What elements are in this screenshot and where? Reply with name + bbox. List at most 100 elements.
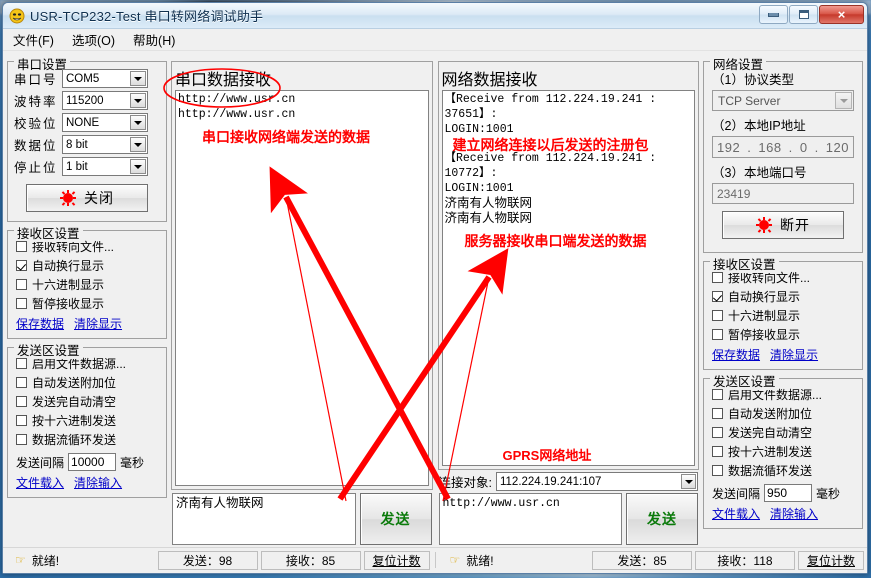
network-data-legend: 网络数据接收 bbox=[441, 72, 538, 89]
serial-send-links: 文件载入 清除输入 bbox=[16, 474, 166, 491]
serial-recv-checkbox-2[interactable]: 十六进制显示 bbox=[16, 276, 166, 293]
serial-recv-legend: 接收区设置 bbox=[14, 223, 83, 242]
maximize-button[interactable] bbox=[789, 5, 818, 24]
serial-recv-checkbox-3-label: 暂停接收显示 bbox=[32, 297, 105, 311]
checkbox-icon bbox=[16, 279, 27, 290]
checkbox-icon bbox=[16, 415, 27, 426]
serial-data-panel: 串口数据接收 http://www.usr.cn http://www.usr.… bbox=[171, 53, 433, 547]
serial-interval-input[interactable]: 10000 bbox=[68, 453, 117, 471]
databits-select[interactable]: 8 bit bbox=[62, 135, 148, 154]
parity-select[interactable]: NONE bbox=[62, 113, 148, 132]
network-send-checkbox-3[interactable]: 按十六进制发送 bbox=[712, 443, 862, 460]
baudrate-row: 波特率 115200 bbox=[14, 91, 166, 110]
serial-send-checkbox-2[interactable]: 发送完自动清空 bbox=[16, 393, 166, 410]
serial-clear-display-link[interactable]: 清除显示 bbox=[74, 315, 122, 332]
pointing-hand-icon: ☞ bbox=[15, 553, 26, 567]
checkbox-icon bbox=[16, 298, 27, 309]
network-recv-line-3: 【Receive from 112.224.19.241 : 10772】: bbox=[444, 152, 657, 180]
serial-save-data-link[interactable]: 保存数据 bbox=[16, 315, 64, 332]
network-clear-display-link[interactable]: 清除显示 bbox=[770, 346, 818, 363]
checkbox-icon bbox=[712, 408, 723, 419]
network-recv-line-6: 济南有人物联网 bbox=[444, 211, 533, 225]
local-ip-label: （2）本地IP地址 bbox=[712, 119, 806, 133]
serial-interval-row: 发送间隔 10000 毫秒 bbox=[16, 453, 166, 471]
parity-label: 校验位 bbox=[14, 117, 58, 131]
serial-close-button[interactable]: 关闭 bbox=[26, 184, 148, 212]
network-recv-links: 保存数据 清除显示 bbox=[712, 346, 862, 363]
serial-recv-checkbox-1-label: 自动换行显示 bbox=[32, 259, 105, 273]
serial-settings-group: 串口设置 串口号 COM5 波特率 115200 校验位 NONE 数据位 8 … bbox=[7, 54, 167, 222]
chevron-down-icon bbox=[130, 93, 146, 108]
menu-item-file[interactable]: 文件(F) bbox=[13, 30, 54, 49]
checkbox-icon bbox=[712, 329, 723, 340]
serial-recv-textarea[interactable]: http://www.usr.cn http://www.usr.cn 串口接收… bbox=[175, 90, 429, 486]
local-ip-input[interactable]: 192 . 168 . 0 . 120 bbox=[712, 136, 854, 158]
close-button[interactable]: × bbox=[819, 5, 864, 24]
minimize-icon bbox=[768, 12, 779, 17]
network-interval-unit: 毫秒 bbox=[816, 486, 841, 501]
serial-send-checkbox-1[interactable]: 自动发送附加位 bbox=[16, 374, 166, 391]
network-send-checkbox-1-label: 自动发送附加位 bbox=[728, 407, 813, 421]
serial-send-checkbox-3[interactable]: 按十六进制发送 bbox=[16, 412, 166, 429]
checkbox-icon bbox=[16, 396, 27, 407]
menu-item-options[interactable]: 选项(O) bbox=[72, 30, 115, 49]
status-right-reset-button[interactable]: 复位计数 bbox=[798, 550, 864, 570]
network-send-input[interactable]: http://www.usr.cn bbox=[438, 493, 622, 545]
baudrate-select[interactable]: 115200 bbox=[62, 91, 148, 110]
status-left-ready-text: 就绪! bbox=[31, 553, 60, 568]
stopbits-label: 停止位 bbox=[14, 161, 58, 175]
serial-recv-checkbox-1[interactable]: 自动换行显示 bbox=[16, 257, 166, 274]
network-recv-legend: 接收区设置 bbox=[710, 254, 779, 273]
connection-target-select[interactable]: 112.224.19.241:107 bbox=[495, 472, 698, 491]
local-port-input[interactable]: 23419 bbox=[712, 183, 854, 204]
serial-recv-checkbox-3[interactable]: 暂停接收显示 bbox=[16, 295, 166, 312]
network-recv-checkbox-3[interactable]: 暂停接收显示 bbox=[712, 326, 862, 343]
application-window: USR-TCP232-Test 串口转网络调试助手 × 文件(F) 选项(O) … bbox=[2, 2, 868, 574]
gprs-address-label: GPRS网络地址 bbox=[502, 448, 592, 463]
status-left-reset-button[interactable]: 复位计数 bbox=[363, 550, 430, 570]
serial-file-load-link[interactable]: 文件载入 bbox=[16, 474, 64, 491]
serial-recv-line-0: http://www.usr.cn bbox=[178, 93, 296, 106]
network-send-checkbox-2[interactable]: 发送完自动清空 bbox=[712, 424, 862, 441]
network-annotation-server: 服务器接收串口端发送的数据 bbox=[464, 233, 647, 249]
network-file-load-link[interactable]: 文件载入 bbox=[712, 505, 760, 522]
network-send-checkbox-1[interactable]: 自动发送附加位 bbox=[712, 405, 862, 422]
status-right-ready-text: 就绪! bbox=[466, 553, 494, 568]
checkbox-checked-icon bbox=[16, 260, 27, 271]
network-interval-label: 发送间隔 bbox=[712, 486, 761, 501]
network-send-legend: 发送区设置 bbox=[710, 371, 779, 390]
app-face-icon bbox=[9, 8, 25, 24]
serial-recv-group: 串口数据接收 http://www.usr.cn http://www.usr.… bbox=[171, 61, 433, 490]
chevron-down-icon bbox=[835, 92, 852, 109]
serial-recv-links: 保存数据 清除显示 bbox=[16, 315, 166, 332]
parity-value: NONE bbox=[66, 116, 100, 129]
menu-item-help[interactable]: 帮助(H) bbox=[133, 30, 175, 49]
network-recv-settings-group: 接收区设置 接收转向文件... 自动换行显示 十六进制显示 暂停接收显示 保存数… bbox=[703, 254, 863, 370]
serial-send-checkbox-4-label: 数据流循环发送 bbox=[32, 433, 117, 447]
network-clear-input-link[interactable]: 清除输入 bbox=[770, 505, 818, 522]
network-recv-checkbox-1[interactable]: 自动换行显示 bbox=[712, 288, 862, 305]
serial-send-checkbox-4[interactable]: 数据流循环发送 bbox=[16, 431, 166, 448]
serial-send-input[interactable]: 济南有人物联网 bbox=[172, 493, 356, 545]
serial-send-button[interactable]: 发送 bbox=[359, 493, 432, 545]
serial-annotation-text: 串口接收网络端发送的数据 bbox=[202, 129, 370, 145]
network-recv-checkbox-2[interactable]: 十六进制显示 bbox=[712, 307, 862, 324]
network-recv-textarea[interactable]: 【Receive from 112.224.19.241 : 37651】: L… bbox=[441, 90, 695, 466]
network-disconnect-button[interactable]: 断开 bbox=[722, 211, 844, 239]
main-content: 串口设置 串口号 COM5 波特率 115200 校验位 NONE 数据位 8 … bbox=[3, 51, 867, 547]
network-save-data-link[interactable]: 保存数据 bbox=[712, 346, 760, 363]
serial-clear-input-link[interactable]: 清除输入 bbox=[74, 474, 122, 491]
network-send-button[interactable]: 发送 bbox=[626, 493, 698, 545]
databits-label: 数据位 bbox=[14, 139, 58, 153]
network-recv-line-1: LOGIN:1001 bbox=[444, 123, 514, 136]
minimize-button[interactable] bbox=[759, 5, 788, 24]
network-interval-input[interactable]: 950 bbox=[764, 484, 813, 502]
protocol-type-select[interactable]: TCP Server bbox=[712, 90, 854, 111]
serial-port-select[interactable]: COM5 bbox=[62, 69, 148, 88]
serial-send-checkbox-2-label: 发送完自动清空 bbox=[32, 395, 117, 409]
stopbits-value: 1 bit bbox=[66, 160, 88, 173]
network-send-checkbox-4[interactable]: 数据流循环发送 bbox=[712, 462, 862, 479]
serial-send-legend: 发送区设置 bbox=[14, 340, 83, 359]
serial-close-label: 关闭 bbox=[84, 190, 114, 206]
stopbits-select[interactable]: 1 bit bbox=[62, 157, 148, 176]
